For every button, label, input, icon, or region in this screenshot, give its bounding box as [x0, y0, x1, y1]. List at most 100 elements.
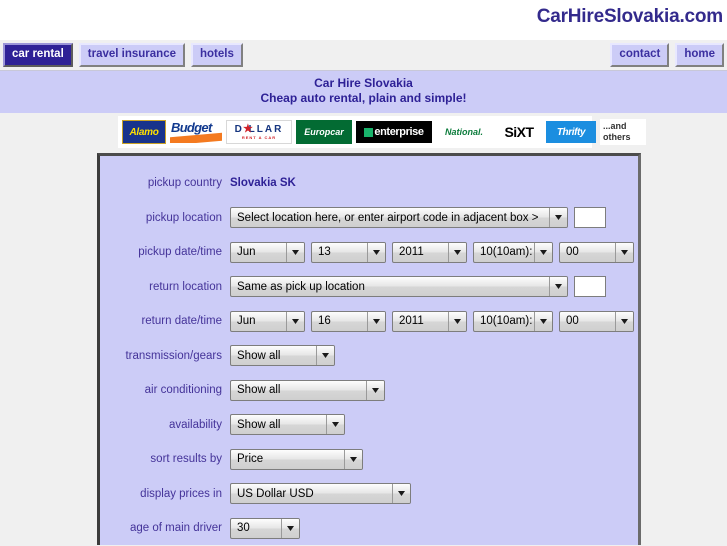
- page-subtitle: Cheap auto rental, plain and simple!: [260, 91, 467, 105]
- row-pickup-location: pickup location Select location here, or…: [100, 201, 638, 236]
- chevron-down-icon: [326, 415, 344, 435]
- chevron-down-icon: [392, 484, 410, 504]
- alamo-logo: Alamo: [122, 120, 166, 144]
- chevron-down-icon: [286, 242, 304, 262]
- select-transmission[interactable]: Show all: [230, 345, 335, 367]
- select-sort-results-by[interactable]: Price: [230, 448, 363, 470]
- sixt-logo-text: SiXT: [504, 124, 534, 140]
- select-display-prices-in-value: US Dollar USD: [237, 487, 314, 500]
- select-pickup-location-value: Select location here, or enter airport c…: [237, 211, 539, 224]
- chevron-down-icon: [316, 346, 334, 366]
- select-pickup-month[interactable]: Jun: [230, 241, 305, 263]
- select-return-hour-value: 10(10am):: [480, 315, 533, 328]
- select-age-of-main-driver[interactable]: 30: [230, 517, 300, 539]
- dollar-logo-text: D LLAR: [234, 123, 284, 135]
- site-title: CarHireSlovakia.com: [536, 6, 723, 27]
- select-pickup-month-value: Jun: [237, 246, 256, 259]
- label-return-location: return location: [149, 280, 222, 293]
- thrifty-logo: Thrifty: [546, 121, 596, 143]
- select-return-month[interactable]: Jun: [230, 310, 305, 332]
- row-availability: availability Show all: [100, 408, 638, 443]
- return-airport-code-input[interactable]: [574, 276, 606, 298]
- label-display-prices-in: display prices in: [140, 487, 222, 500]
- select-age-of-main-driver-value: 30: [237, 522, 250, 535]
- select-air-conditioning[interactable]: Show all: [230, 379, 385, 401]
- select-return-location[interactable]: Same as pick up location: [230, 276, 568, 298]
- label-age-of-main-driver: age of main driver: [129, 522, 222, 535]
- select-return-minute-value: 00: [566, 315, 579, 328]
- label-pickup-datetime: pickup date/time: [138, 246, 222, 259]
- sixt-logo: SiXT: [496, 121, 542, 143]
- pickup-airport-code-input[interactable]: [574, 207, 606, 229]
- page-root: CarHireSlovakia.com car rental travel in…: [0, 0, 727, 545]
- chevron-down-icon: [615, 311, 633, 331]
- select-pickup-hour[interactable]: 10(10am):: [473, 241, 553, 263]
- enterprise-logo-text: enterprise: [374, 126, 424, 138]
- row-pickup-country: pickup country Slovakia SK: [100, 166, 638, 201]
- nav-left-group: car rental travel insurance hotels: [3, 43, 243, 67]
- select-return-location-value: Same as pick up location: [237, 280, 365, 293]
- and-others-label: ...and others: [600, 119, 646, 145]
- select-air-conditioning-value: Show all: [237, 384, 281, 397]
- select-return-hour[interactable]: 10(10am):: [473, 310, 553, 332]
- select-pickup-year[interactable]: 2011: [392, 241, 467, 263]
- label-transmission: transmission/gears: [125, 349, 222, 362]
- chevron-down-icon: [448, 311, 466, 331]
- chevron-down-icon: [367, 311, 385, 331]
- and-others-line2: others: [603, 132, 631, 142]
- partner-logos-strip: Alamo Budget ★ D LLAR RENT A CAR Europca…: [118, 116, 646, 148]
- dollar-logo-star: ★: [243, 123, 253, 135]
- select-return-day-value: 16: [318, 315, 331, 328]
- row-transmission: transmission/gears Show all: [100, 339, 638, 374]
- dollar-logo: ★ D LLAR RENT A CAR: [226, 120, 292, 144]
- label-sort-results-by: sort results by: [150, 453, 222, 466]
- select-return-year[interactable]: 2011: [392, 310, 467, 332]
- label-pickup-country: pickup country: [147, 177, 222, 190]
- chevron-down-icon: [615, 242, 633, 262]
- row-sort-results-by: sort results by Price: [100, 442, 638, 477]
- booking-form-area: pickup country Slovakia SK pickup locati…: [0, 153, 727, 545]
- chevron-down-icon: [534, 311, 552, 331]
- dollar-logo-subtext: RENT A CAR: [241, 134, 277, 140]
- budget-logo: Budget: [170, 121, 222, 143]
- select-pickup-minute-value: 00: [566, 246, 579, 259]
- select-pickup-day[interactable]: 13: [311, 241, 386, 263]
- select-transmission-value: Show all: [237, 349, 281, 362]
- select-pickup-hour-value: 10(10am):: [480, 246, 533, 259]
- enterprise-logo: enterprise: [356, 121, 432, 143]
- chevron-down-icon: [286, 311, 304, 331]
- europcar-logo: Europcar: [296, 120, 352, 144]
- select-return-month-value: Jun: [237, 315, 256, 328]
- national-logo: National.: [436, 121, 492, 143]
- nav-item-travel-insurance[interactable]: travel insurance: [78, 43, 185, 67]
- label-availability: availability: [168, 418, 222, 431]
- select-return-year-value: 2011: [399, 315, 424, 328]
- main-navigation: car rental travel insurance hotels conta…: [0, 40, 727, 71]
- select-pickup-location[interactable]: Select location here, or enter airport c…: [230, 207, 568, 229]
- page-title: Car Hire Slovakia: [314, 76, 413, 90]
- select-availability-value: Show all: [237, 418, 281, 431]
- chevron-down-icon: [549, 277, 567, 297]
- label-air-conditioning: air conditioning: [144, 384, 222, 397]
- select-availability[interactable]: Show all: [230, 414, 345, 436]
- chevron-down-icon: [281, 518, 299, 538]
- nav-item-hotels[interactable]: hotels: [191, 43, 243, 67]
- select-display-prices-in[interactable]: US Dollar USD: [230, 483, 411, 505]
- select-return-minute[interactable]: 00: [559, 310, 634, 332]
- nav-item-home[interactable]: home: [675, 43, 724, 67]
- label-pickup-location: pickup location: [145, 211, 222, 224]
- nav-right-group: contact home: [610, 43, 724, 67]
- row-pickup-datetime: pickup date/time Jun 13 2011 10(10am): 0…: [100, 235, 638, 270]
- brand-header: CarHireSlovakia.com: [0, 0, 727, 40]
- select-pickup-day-value: 13: [318, 246, 331, 259]
- chevron-down-icon: [448, 242, 466, 262]
- and-others-line1: ...and: [603, 121, 627, 131]
- select-pickup-minute[interactable]: 00: [559, 241, 634, 263]
- nav-item-contact[interactable]: contact: [610, 43, 670, 67]
- page-title-band: Car Hire Slovakia Cheap auto rental, pla…: [0, 71, 727, 113]
- select-sort-results-by-value: Price: [237, 453, 264, 466]
- nav-item-car-rental[interactable]: car rental: [3, 43, 73, 67]
- chevron-down-icon: [344, 449, 362, 469]
- value-pickup-country: Slovakia SK: [230, 177, 296, 190]
- select-return-day[interactable]: 16: [311, 310, 386, 332]
